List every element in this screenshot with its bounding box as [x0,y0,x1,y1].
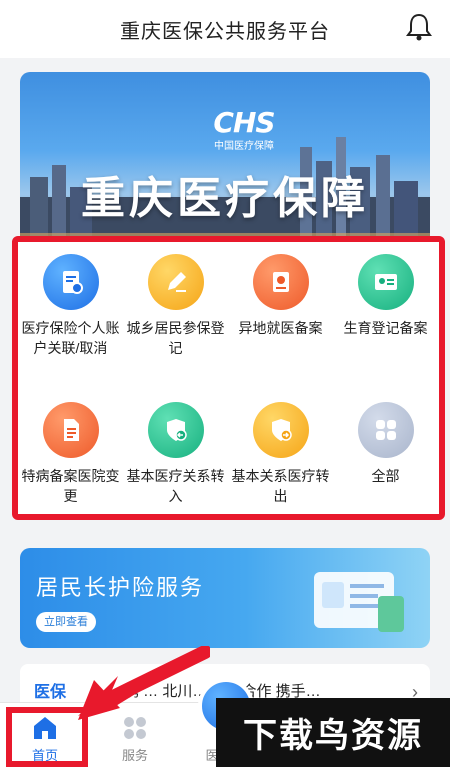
service-account-link[interactable]: 医疗保险个人账户关联/取消 [18,254,123,358]
promo-title: 居民长护险服务 [36,575,205,600]
banner-headline: 重庆医疗保障 [81,174,369,223]
service-transfer-in[interactable]: 基本医疗关系转入 [123,402,228,506]
service-label: 全部 [371,468,400,484]
location-icon [252,254,309,310]
service-special-disease[interactable]: 特病备案医院变更 [18,402,123,506]
shield-out-icon [252,402,309,458]
service-label: 医疗保险个人账户关联/取消 [21,320,120,356]
promo-view-button[interactable]: 立即查看 [36,612,96,632]
service-offsite-medical[interactable]: 异地就医备案 [228,254,333,338]
id-card-icon [357,254,414,310]
service-label: 基本关系医疗转出 [231,468,330,504]
grid-icon [357,402,414,458]
chs-logo: CHS 中国医疗保障 [196,106,292,152]
page-title: 重庆医保公共服务平台 [120,20,330,43]
app-header: 重庆医保公共服务平台 [0,0,450,58]
service-transfer-out[interactable]: 基本关系医疗转出 [228,402,333,506]
long-term-care-banner[interactable]: 居民长护险服务 立即查看 [20,548,430,648]
service-grid: 医疗保险个人账户关联/取消 城乡居民参保登记 异地就医备案 生育登记备案 特病备… [18,242,439,514]
logo-mark: CHS [213,106,275,139]
document-icon [42,402,99,458]
service-all[interactable]: 全部 [333,402,438,486]
service-label: 生育登记备案 [343,320,428,336]
service-birth-register[interactable]: 生育登记备案 [333,254,438,338]
service-label: 特病备案医院变更 [21,468,120,504]
service-grid-card: 医疗保险个人账户关联/取消 城乡居民参保登记 异地就医备案 生育登记备案 特病备… [12,236,445,520]
bell-icon[interactable] [406,12,432,42]
tab-label: 服务 [121,748,148,763]
service-label: 基本医疗关系转入 [126,468,225,504]
pencil-icon [147,254,204,310]
tab-label: 首页 [31,748,58,763]
service-label: 城乡居民参保登记 [126,320,225,356]
home-icon [34,717,56,739]
logo-subtitle: 中国医疗保障 [214,141,274,152]
account-link-icon [42,254,99,310]
id-card-illustration [314,572,404,632]
shield-in-icon [147,402,204,458]
hero-banner[interactable]: CHS 中国医疗保障 重庆医疗保障 [20,72,430,247]
pointer-arrow [78,646,210,720]
service-label: 异地就医备案 [238,320,323,336]
service-resident-enroll[interactable]: 城乡居民参保登记 [123,254,228,358]
watermark-logo: 下载鸟资源 [216,698,450,767]
